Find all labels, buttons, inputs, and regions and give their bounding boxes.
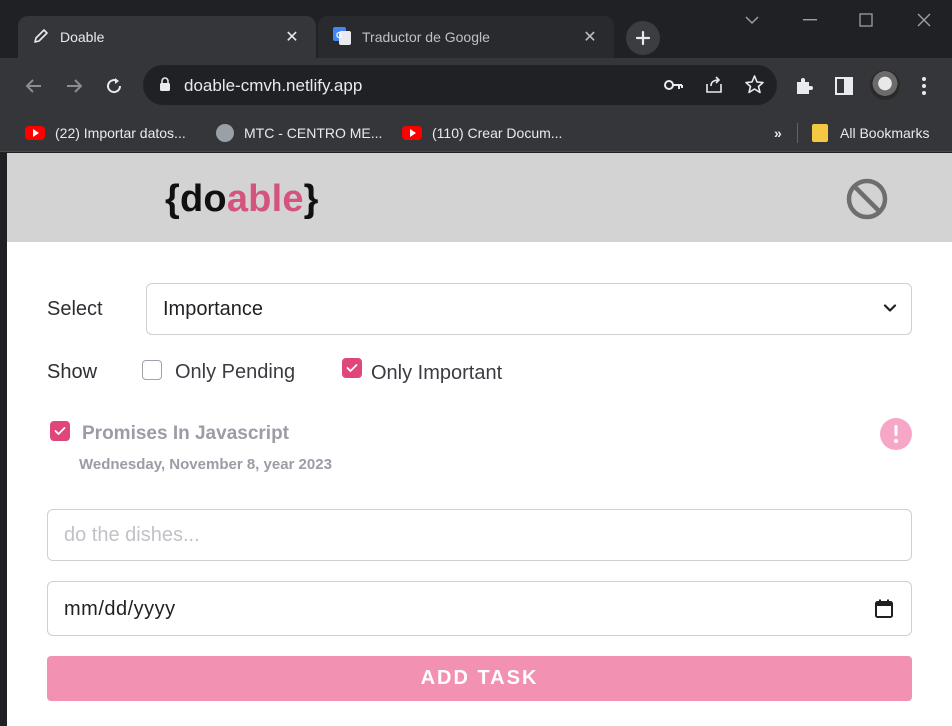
- check-icon: [346, 364, 358, 372]
- tab-search-chevron-icon[interactable]: [732, 6, 772, 34]
- task-title: Promises In Javascript: [82, 423, 289, 444]
- bookmark-item[interactable]: (110) Crear Docum...: [402, 120, 562, 146]
- date-placeholder: mm/dd/yyyy: [64, 598, 176, 620]
- bookmarks-bar: (22) Importar datos... MTC - CENTRO ME..…: [0, 114, 952, 152]
- add-task-button[interactable]: ADD TASK: [47, 656, 912, 701]
- url-text: doable-cmvh.netlify.app: [184, 76, 363, 95]
- select-value: Importance: [163, 298, 264, 320]
- calendar-icon[interactable]: [875, 599, 893, 623]
- page-viewport: {doable} Select Importance Show Only Pen…: [7, 153, 952, 726]
- svg-text:G: G: [336, 31, 342, 40]
- chevron-down-icon: [883, 301, 897, 320]
- app-logo: {doable}: [165, 178, 319, 220]
- app-header: {doable}: [7, 153, 952, 242]
- tab-title: Traductor de Google: [362, 29, 490, 45]
- extensions-puzzle-icon[interactable]: [790, 72, 818, 100]
- star-icon[interactable]: [744, 74, 765, 100]
- only-important-label[interactable]: Only Important: [371, 362, 502, 385]
- new-tab-button[interactable]: [626, 21, 660, 55]
- sort-select[interactable]: Importance: [146, 283, 912, 335]
- share-icon[interactable]: [704, 75, 724, 100]
- bookmarks-divider: [797, 123, 798, 143]
- close-icon[interactable]: ✕: [580, 27, 600, 47]
- browser-toolbar: doable-cmvh.netlify.app: [0, 58, 952, 114]
- profile-avatar[interactable]: [870, 70, 900, 100]
- side-panel-icon[interactable]: [830, 72, 858, 100]
- ban-icon[interactable]: [845, 177, 889, 221]
- bookmark-item[interactable]: (22) Importar datos...: [25, 120, 186, 146]
- bookmark-label: (22) Importar datos...: [55, 125, 186, 141]
- bookmarks-overflow-button[interactable]: »: [774, 120, 782, 146]
- task-date: Wednesday, November 8, year 2023: [79, 456, 332, 473]
- bookmark-label: MTC - CENTRO ME...: [244, 125, 383, 141]
- google-translate-icon: G: [332, 26, 352, 49]
- lock-icon: [159, 77, 171, 97]
- close-window-icon[interactable]: [904, 6, 944, 34]
- pencil-icon: [32, 27, 50, 48]
- close-icon[interactable]: ✕: [282, 27, 302, 47]
- only-important-checkbox[interactable]: [342, 358, 362, 378]
- task-done-checkbox[interactable]: [50, 421, 70, 441]
- tab-doable[interactable]: Doable ✕: [18, 16, 316, 58]
- back-arrow-icon[interactable]: [20, 72, 48, 100]
- tab-strip: Doable ✕ G Traductor de Google ✕: [0, 0, 952, 58]
- youtube-icon: [402, 126, 422, 140]
- all-bookmarks-button[interactable]: All Bookmarks: [812, 120, 929, 146]
- select-label: Select: [47, 298, 103, 320]
- key-icon[interactable]: [664, 76, 684, 99]
- menu-kebab-icon[interactable]: [910, 72, 938, 100]
- date-input[interactable]: mm/dd/yyyy: [47, 581, 912, 636]
- task-input[interactable]: [47, 509, 912, 561]
- check-icon: [54, 427, 66, 435]
- tab-title: Doable: [60, 29, 105, 45]
- only-pending-checkbox[interactable]: [142, 360, 162, 380]
- bookmark-item[interactable]: MTC - CENTRO ME...: [216, 120, 382, 146]
- all-bookmarks-label: All Bookmarks: [840, 125, 930, 141]
- show-label: Show: [47, 361, 98, 383]
- forward-arrow-icon[interactable]: [60, 72, 88, 100]
- only-pending-label[interactable]: Only Pending: [175, 361, 295, 384]
- youtube-icon: [25, 126, 45, 140]
- bookmark-label: (110) Crear Docum...: [432, 125, 563, 141]
- tab-google-translate[interactable]: G Traductor de Google ✕: [318, 16, 614, 58]
- reload-icon[interactable]: [100, 72, 128, 100]
- globe-icon: [216, 124, 234, 142]
- minimize-icon[interactable]: [790, 6, 830, 34]
- important-exclamation-icon[interactable]: [880, 418, 912, 450]
- address-bar[interactable]: doable-cmvh.netlify.app: [143, 65, 777, 105]
- maximize-icon[interactable]: [846, 6, 886, 34]
- folder-icon: [812, 124, 828, 142]
